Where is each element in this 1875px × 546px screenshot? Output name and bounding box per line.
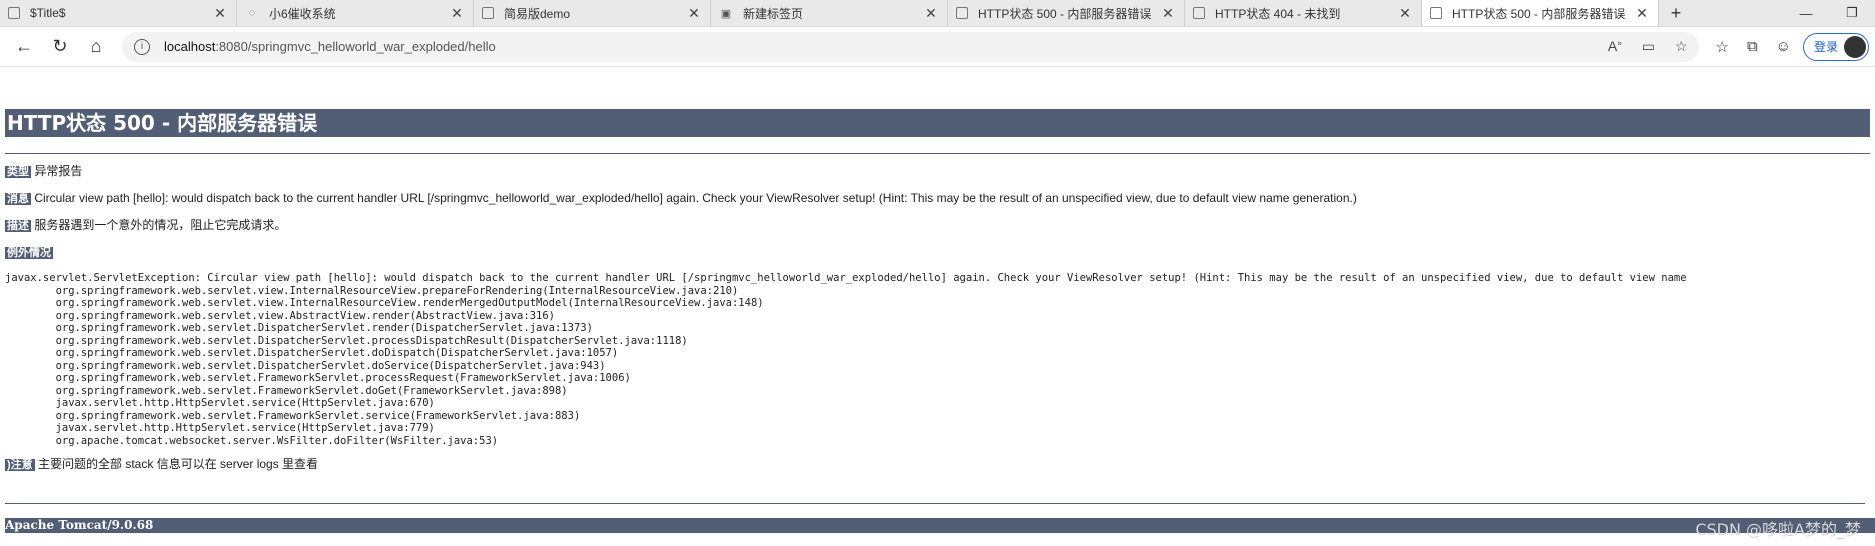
description-label: 描述 <box>5 220 31 232</box>
info-icon[interactable]: i <box>134 38 150 55</box>
refresh-icon[interactable]: ↻ <box>42 31 78 63</box>
profile-icon[interactable]: ☺ <box>1776 38 1791 56</box>
note-row: )注意 主要问题的全部 stack 信息可以在 server logs 里查看 <box>5 457 1870 472</box>
tab-label: 小6催收系统 <box>269 6 336 21</box>
url-actions: A» ▭ ☆ <box>1608 38 1688 55</box>
home-icon[interactable]: ⌂ <box>78 31 114 63</box>
collections-icon[interactable]: ⧉ <box>1747 38 1758 56</box>
error-page: HTTP状态 500 - 内部服务器错误 类型 异常报告 消息 Circular… <box>0 109 1875 472</box>
url-host: localhost <box>164 39 216 54</box>
tab-collection-system[interactable]: ◌ 小6催收系统 ✕ <box>237 0 474 26</box>
divider <box>5 153 1870 154</box>
tab-http-500-active[interactable]: HTTP状态 500 - 内部服务器错误 ✕ <box>1422 0 1659 26</box>
page-icon <box>1430 7 1442 19</box>
close-icon[interactable]: ✕ <box>1397 5 1413 22</box>
reader-view-icon[interactable]: ▭ <box>1642 38 1655 55</box>
read-aloud-icon[interactable]: A» <box>1608 38 1622 55</box>
login-button[interactable]: 登录 <box>1802 32 1869 61</box>
tab-http-500[interactable]: HTTP状态 500 - 内部服务器错误 ✕ <box>948 0 1185 26</box>
window-controls: — ❐ <box>1783 0 1875 26</box>
page-icon <box>1193 7 1205 19</box>
tab-http-404[interactable]: HTTP状态 404 - 未找到 ✕ <box>1185 0 1422 26</box>
address-bar: ← ↻ ⌂ i localhost:8080/springmvc_hellowo… <box>0 27 1875 67</box>
loading-icon: ◌ <box>248 7 256 19</box>
stack-trace: javax.servlet.ServletException: Circular… <box>5 272 1687 447</box>
type-label: 类型 <box>5 166 31 178</box>
close-icon[interactable]: ✕ <box>1160 5 1176 22</box>
minimize-icon[interactable]: — <box>1783 0 1829 26</box>
toolbar: ☆ ⧉ ☺ <box>1715 38 1791 56</box>
tab-label: $Title$ <box>30 6 66 20</box>
exception-row: 例外情况 <box>5 245 1870 260</box>
tab-new-tab[interactable]: ▣ 新建标签页 ✕ <box>711 0 948 26</box>
note-value: 主要问题的全部 stack 信息可以在 server logs 里查看 <box>38 457 319 471</box>
message-value: Circular view path [hello]: would dispat… <box>34 191 1357 205</box>
type-value: 异常报告 <box>34 164 83 178</box>
tab-simple-demo[interactable]: 简易版demo ✕ <box>474 0 711 26</box>
restore-icon[interactable]: ❐ <box>1829 0 1875 26</box>
page-title: HTTP状态 500 - 内部服务器错误 <box>5 109 1870 137</box>
newtab-icon: ▣ <box>720 7 732 20</box>
tab-label: 简易版demo <box>504 6 571 21</box>
close-icon[interactable]: ✕ <box>449 5 465 22</box>
page-icon <box>8 7 20 19</box>
tab-title[interactable]: $Title$ ✕ <box>0 0 237 26</box>
watermark: CSDN @哆啦A梦的_梦 <box>1695 520 1861 539</box>
add-favorite-icon[interactable]: ☆ <box>1675 38 1688 55</box>
url-path: :8080/springmvc_helloworld_war_exploded/… <box>215 39 496 54</box>
close-icon[interactable]: ✕ <box>686 5 702 22</box>
message-row: 消息 Circular view path [hello]: would dis… <box>5 191 1870 206</box>
avatar[interactable] <box>1844 35 1866 58</box>
login-label: 登录 <box>1813 40 1838 54</box>
message-label: 消息 <box>5 193 31 205</box>
type-row: 类型 异常报告 <box>5 164 1870 179</box>
favorites-icon[interactable]: ☆ <box>1715 38 1728 56</box>
page-icon <box>482 7 494 19</box>
page-icon <box>956 7 968 19</box>
url-input[interactable]: i localhost:8080/springmvc_helloworld_wa… <box>122 31 1700 62</box>
footer-divider <box>5 503 1865 504</box>
tab-label: 新建标签页 <box>743 6 804 21</box>
close-icon[interactable]: ✕ <box>923 5 939 22</box>
description-row: 描述 服务器遇到一个意外的情况，阻止它完成请求。 <box>5 218 1870 233</box>
exception-label: 例外情况 <box>5 247 53 259</box>
server-footer: Apache Tomcat/9.0.68 <box>5 518 1875 533</box>
back-icon[interactable]: ← <box>6 31 42 63</box>
close-icon[interactable]: ✕ <box>212 5 228 22</box>
tab-label: HTTP状态 500 - 内部服务器错误 <box>1452 6 1626 21</box>
new-tab-button[interactable]: + <box>1659 0 1693 26</box>
description-value: 服务器遇到一个意外的情况，阻止它完成请求。 <box>34 218 287 232</box>
tab-strip: $Title$ ✕ ◌ 小6催收系统 ✕ 简易版demo ✕ ▣ 新建标签页 ✕… <box>0 0 1875 27</box>
tab-label: HTTP状态 500 - 内部服务器错误 <box>978 6 1152 21</box>
note-label: )注意 <box>5 459 35 471</box>
close-icon[interactable]: ✕ <box>1634 5 1650 22</box>
tab-label: HTTP状态 404 - 未找到 <box>1215 6 1341 21</box>
